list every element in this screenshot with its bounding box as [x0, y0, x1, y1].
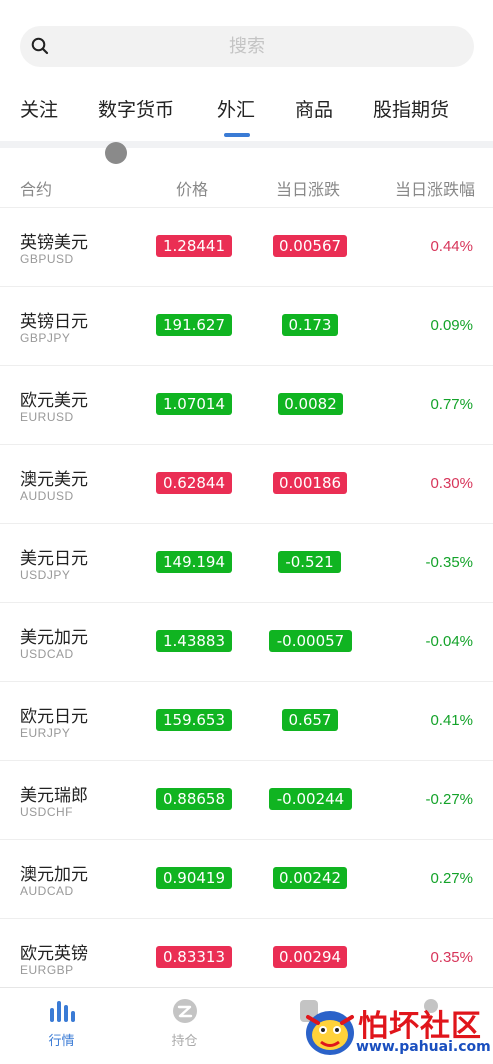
watermark-logo: 怕坏社区 www.pahuai.com: [300, 995, 493, 1064]
price-badge: 191.627: [156, 314, 232, 336]
change-percent: -0.35%: [425, 554, 473, 571]
change-badge: 0.00186: [273, 472, 347, 494]
nav-positions[interactable]: 持仓: [123, 988, 246, 1064]
pair-name: 澳元加元: [20, 865, 88, 885]
change-percent: 0.41%: [430, 712, 473, 729]
pair-name: 美元加元: [20, 628, 88, 648]
tab-watchlist[interactable]: 关注: [20, 95, 58, 122]
watermark-url: www.pahuai.com: [356, 1039, 491, 1055]
change-percent: -0.04%: [425, 633, 473, 650]
position-icon: [173, 999, 197, 1023]
pair-code: GBPUSD: [20, 252, 74, 266]
table-row[interactable]: 澳元加元 AUDCAD 0.90419 0.00242 0.27%: [0, 840, 493, 919]
table-row[interactable]: 美元日元 USDJPY 149.194 -0.521 -0.35%: [0, 524, 493, 603]
active-tab-indicator: [224, 133, 250, 137]
column-header: 合约 价格 当日涨跌 当日涨跌幅: [0, 164, 493, 208]
header-change-pct: 当日涨跌幅: [394, 180, 475, 199]
change-badge: -0.00057: [269, 630, 352, 652]
pair-name: 欧元日元: [20, 707, 88, 727]
pair-name: 美元日元: [20, 549, 88, 569]
forex-list: 英镑美元 GBPUSD 1.28441 0.00567 0.44% 英镑日元 GBPJPY 1…: [0, 208, 493, 998]
table-row[interactable]: 英镑美元 GBPUSD 1.28441 0.00567 0.44%: [0, 208, 493, 287]
price-badge: 1.43883: [156, 630, 232, 652]
pair-code: USDCHF: [20, 805, 73, 819]
section-divider: [0, 141, 493, 148]
tab-index-futures[interactable]: 股指期货: [373, 95, 449, 122]
pair-code: AUDCAD: [20, 884, 74, 898]
pair-name: 英镑日元: [20, 312, 88, 332]
pair-code: AUDUSD: [20, 489, 74, 503]
price-badge: 0.62844: [156, 472, 232, 494]
nav-market[interactable]: 行情: [0, 988, 123, 1064]
change-badge: 0.657: [282, 709, 338, 731]
table-row[interactable]: 澳元美元 AUDUSD 0.62844 0.00186 0.30%: [0, 445, 493, 524]
change-badge: 0.00294: [273, 946, 347, 968]
pair-code: USDCAD: [20, 647, 74, 661]
tab-forex[interactable]: 外汇: [217, 95, 255, 122]
change-percent: 0.35%: [430, 949, 473, 966]
tab-commodities[interactable]: 商品: [295, 95, 333, 122]
table-row[interactable]: 欧元美元 EURUSD 1.07014 0.0082 0.77%: [0, 366, 493, 445]
pair-name: 美元瑞郎: [20, 786, 88, 806]
tab-crypto[interactable]: 数字货币: [98, 95, 174, 122]
table-row[interactable]: 欧元日元 EURJPY 159.653 0.657 0.41%: [0, 682, 493, 761]
price-badge: 1.28441: [156, 235, 232, 257]
search-input[interactable]: [60, 26, 434, 67]
table-row[interactable]: 英镑日元 GBPJPY 191.627 0.173 0.09%: [0, 287, 493, 366]
change-percent: 0.09%: [430, 317, 473, 334]
header-change: 当日涨跌: [276, 180, 341, 199]
nav-market-label: 行情: [48, 1034, 75, 1049]
price-badge: 149.194: [156, 551, 232, 573]
price-badge: 1.07014: [156, 393, 232, 415]
change-percent: 0.27%: [430, 870, 473, 887]
search-icon: [31, 37, 49, 55]
floating-touch-dot[interactable]: [105, 142, 127, 164]
pair-name: 欧元美元: [20, 391, 88, 411]
pair-code: USDJPY: [20, 568, 71, 582]
pair-code: EURGBP: [20, 963, 74, 977]
change-badge: 0.173: [282, 314, 338, 336]
table-row[interactable]: 美元瑞郎 USDCHF 0.88658 -0.00244 -0.27%: [0, 761, 493, 840]
change-percent: 0.44%: [430, 238, 473, 255]
change-percent: -0.27%: [425, 791, 473, 808]
header-contract: 合约: [20, 180, 53, 199]
bar-chart-icon: [50, 1001, 75, 1022]
pair-code: GBPJPY: [20, 331, 71, 345]
pair-name: 澳元美元: [20, 470, 88, 490]
pair-code: EURJPY: [20, 726, 71, 740]
mascot-icon: [306, 1011, 354, 1055]
search-bar[interactable]: [20, 26, 474, 67]
change-badge: -0.00244: [269, 788, 352, 810]
change-badge: -0.521: [278, 551, 341, 573]
header-price: 价格: [176, 180, 209, 199]
change-badge: 0.00567: [273, 235, 347, 257]
price-badge: 159.653: [156, 709, 232, 731]
change-badge: 0.0082: [278, 393, 343, 415]
pair-name: 欧元英镑: [20, 944, 88, 964]
change-percent: 0.30%: [430, 475, 473, 492]
price-badge: 0.83313: [156, 946, 232, 968]
price-badge: 0.88658: [156, 788, 232, 810]
pair-name: 英镑美元: [20, 233, 88, 253]
pair-code: EURUSD: [20, 410, 74, 424]
table-row[interactable]: 美元加元 USDCAD 1.43883 -0.00057 -0.04%: [0, 603, 493, 682]
nav-positions-label: 持仓: [171, 1034, 198, 1049]
price-badge: 0.90419: [156, 867, 232, 889]
change-percent: 0.77%: [430, 396, 473, 413]
change-badge: 0.00242: [273, 867, 347, 889]
